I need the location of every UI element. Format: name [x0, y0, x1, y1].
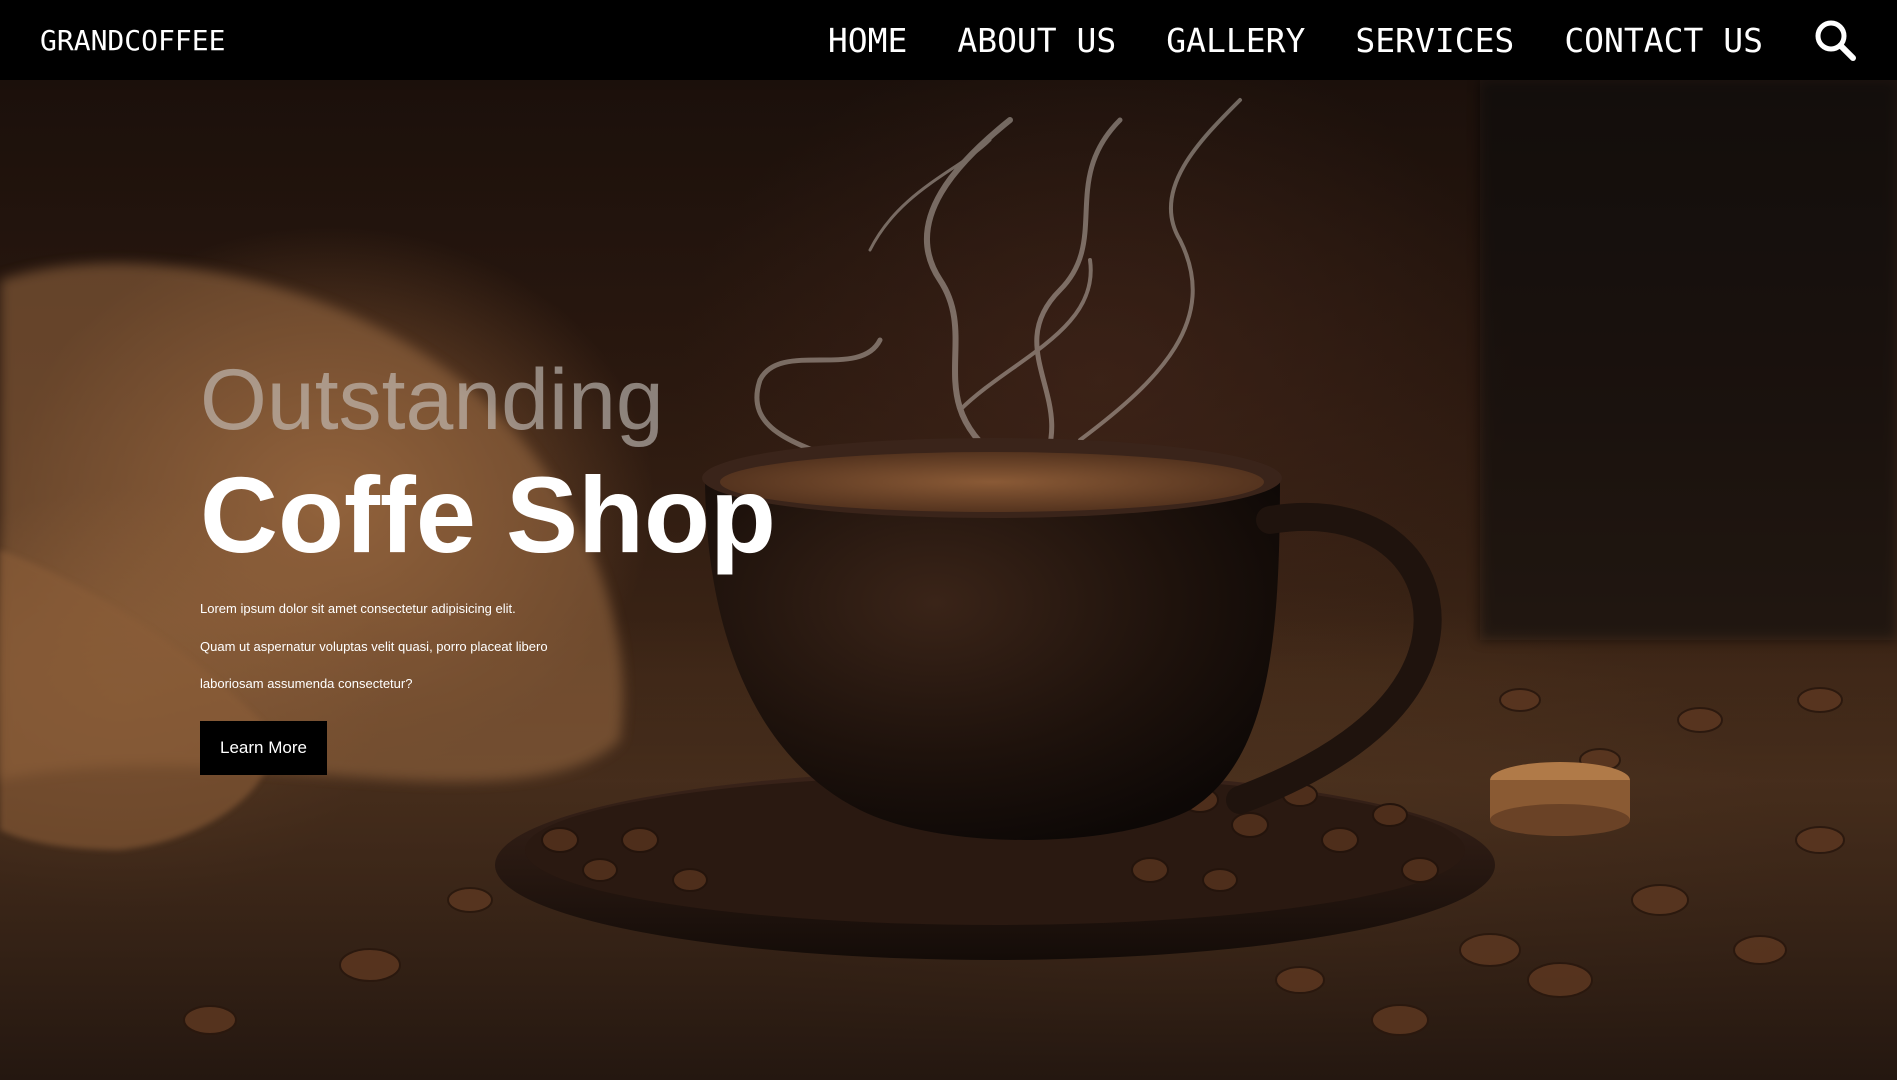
- site-logo[interactable]: GRANDCOFFEE: [40, 24, 225, 57]
- nav-link-gallery[interactable]: GALLERY: [1166, 21, 1305, 60]
- nav-right: HOME ABOUT US GALLERY SERVICES CONTACT U…: [778, 18, 1857, 62]
- hero-section: Outstanding Coffe Shop Lorem ipsum dolor…: [0, 80, 1897, 1080]
- nav-item-home: HOME: [828, 21, 907, 60]
- hero-description-line: Lorem ipsum dolor sit amet consectetur a…: [200, 601, 516, 616]
- nav-links: HOME ABOUT US GALLERY SERVICES CONTACT U…: [778, 21, 1763, 60]
- nav-item-contact-us: CONTACT US: [1564, 21, 1763, 60]
- hero-content: Outstanding Coffe Shop Lorem ipsum dolor…: [200, 350, 776, 775]
- nav-link-services[interactable]: SERVICES: [1355, 21, 1514, 60]
- nav-item-gallery: GALLERY: [1166, 21, 1305, 60]
- nav-item-services: SERVICES: [1355, 21, 1514, 60]
- hero-description-line: laboriosam assumenda consectetur?: [200, 676, 413, 691]
- navbar: GRANDCOFFEE HOME ABOUT US GALLERY SERVIC…: [0, 0, 1897, 80]
- hero-title: Coffe Shop: [200, 454, 776, 575]
- nav-item-about-us: ABOUT US: [957, 21, 1116, 60]
- hero-description: Lorem ipsum dolor sit amet consectetur a…: [200, 590, 600, 703]
- learn-more-button[interactable]: Learn More: [200, 720, 327, 775]
- nav-link-about-us[interactable]: ABOUT US: [957, 21, 1116, 60]
- nav-link-contact-us[interactable]: CONTACT US: [1564, 21, 1763, 60]
- hero-description-line: Quam ut aspernatur voluptas velit quasi,…: [200, 638, 548, 654]
- hero-subtitle: Outstanding: [200, 352, 664, 448]
- search-icon[interactable]: [1813, 18, 1857, 62]
- nav-link-home[interactable]: HOME: [828, 21, 907, 60]
